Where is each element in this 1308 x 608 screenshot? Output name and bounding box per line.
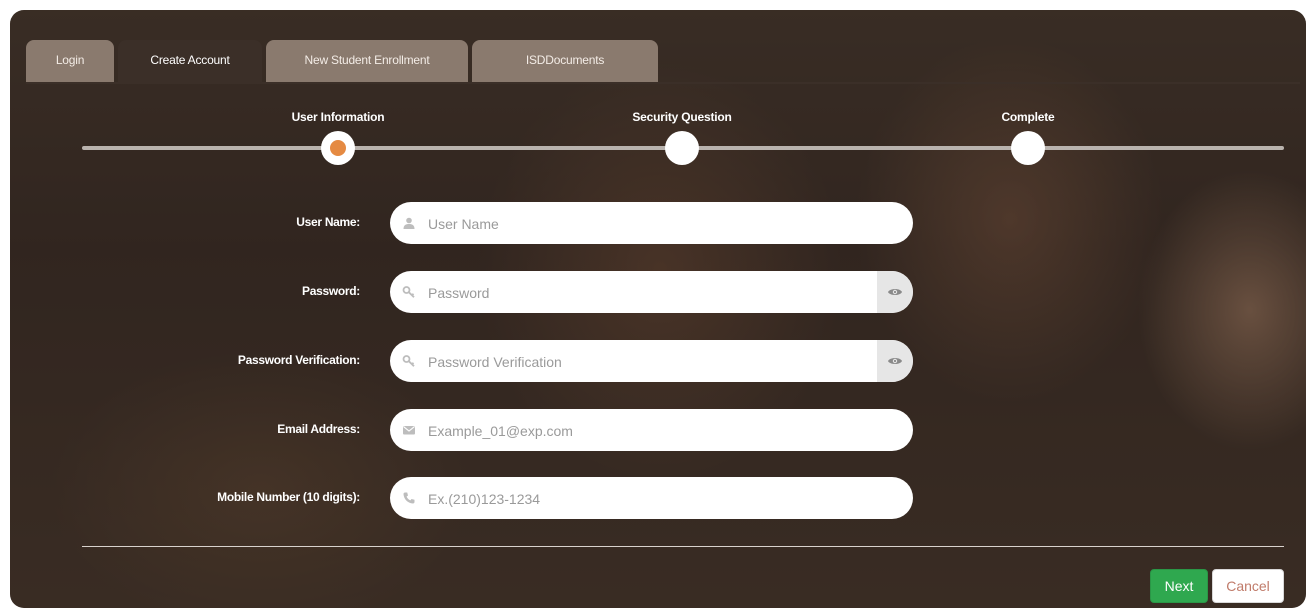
tab-new-student-enrollment[interactable]: New Student Enrollment	[266, 40, 468, 82]
mobile-field[interactable]	[390, 477, 913, 521]
username-label: User Name:	[296, 215, 360, 229]
eye-icon	[888, 358, 902, 364]
password-label: Password:	[302, 284, 360, 298]
form-row-mobile: Mobile Number (10 digits):	[0, 477, 1308, 521]
phone-icon	[402, 491, 416, 505]
form-divider	[82, 546, 1284, 547]
key-icon	[402, 285, 416, 299]
email-label: Email Address:	[277, 422, 360, 436]
password-verification-label: Password Verification:	[237, 353, 360, 367]
mobile-input[interactable]	[426, 477, 870, 521]
step-label-security-question: Security Question	[632, 110, 732, 124]
user-icon	[402, 216, 416, 230]
password-field[interactable]	[390, 271, 913, 315]
step-dot-complete[interactable]	[1011, 131, 1045, 165]
tab-isddocuments[interactable]: ISDDocuments	[472, 40, 658, 82]
show-password-toggle[interactable]	[877, 271, 913, 313]
key-icon	[402, 354, 416, 368]
form-row-email: Email Address:	[0, 409, 1308, 453]
current-step-indicator	[330, 140, 346, 156]
show-password-verification-toggle[interactable]	[877, 340, 913, 382]
username-input[interactable]	[426, 202, 870, 246]
step-label-complete: Complete	[1001, 110, 1055, 124]
step-dot-user-information[interactable]	[321, 131, 355, 165]
form-row-password-verification: Password Verification:	[0, 340, 1308, 384]
tab-content-edge	[26, 82, 1300, 84]
password-input[interactable]	[426, 271, 870, 315]
password-verification-input[interactable]	[426, 340, 870, 384]
email-field[interactable]	[390, 409, 913, 453]
form-row-username: User Name:	[0, 202, 1308, 246]
step-dot-security-question[interactable]	[665, 131, 699, 165]
step-label-user-information: User Information	[291, 110, 385, 124]
password-verification-field[interactable]	[390, 340, 913, 384]
tab-login[interactable]: Login	[26, 40, 114, 82]
cancel-button[interactable]: Cancel	[1212, 569, 1284, 603]
mobile-label: Mobile Number (10 digits):	[217, 490, 360, 504]
envelope-icon	[402, 423, 416, 437]
form-row-password: Password:	[0, 271, 1308, 315]
email-input[interactable]	[426, 409, 870, 453]
tab-create-account[interactable]: Create Account	[118, 40, 262, 82]
next-button[interactable]: Next	[1150, 569, 1208, 603]
username-field[interactable]	[390, 202, 913, 246]
eye-icon	[888, 289, 902, 295]
